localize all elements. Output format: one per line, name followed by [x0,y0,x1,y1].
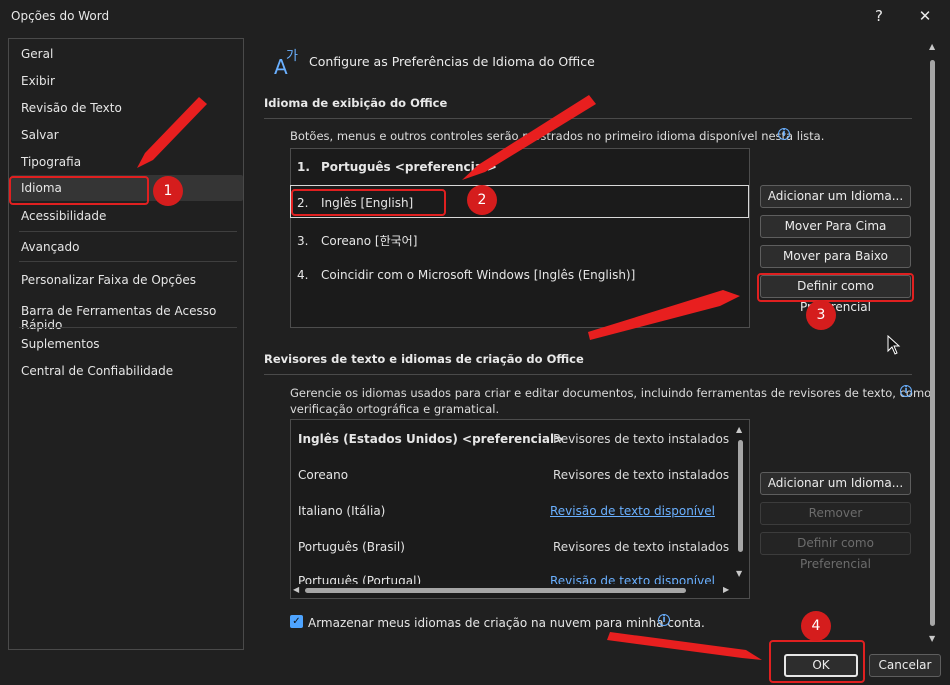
annotation-badge-2: 2 [467,185,497,215]
annotation-arrow [588,290,740,340]
annotation-arrows [137,95,762,660]
annotation-badge-1: 1 [153,176,183,206]
annotation-badge-4: 4 [801,611,831,641]
annotation-arrow [137,97,207,168]
annotation-badge-3: 3 [806,300,836,330]
annotation-arrow [462,95,596,180]
annotation-arrow [607,632,762,660]
